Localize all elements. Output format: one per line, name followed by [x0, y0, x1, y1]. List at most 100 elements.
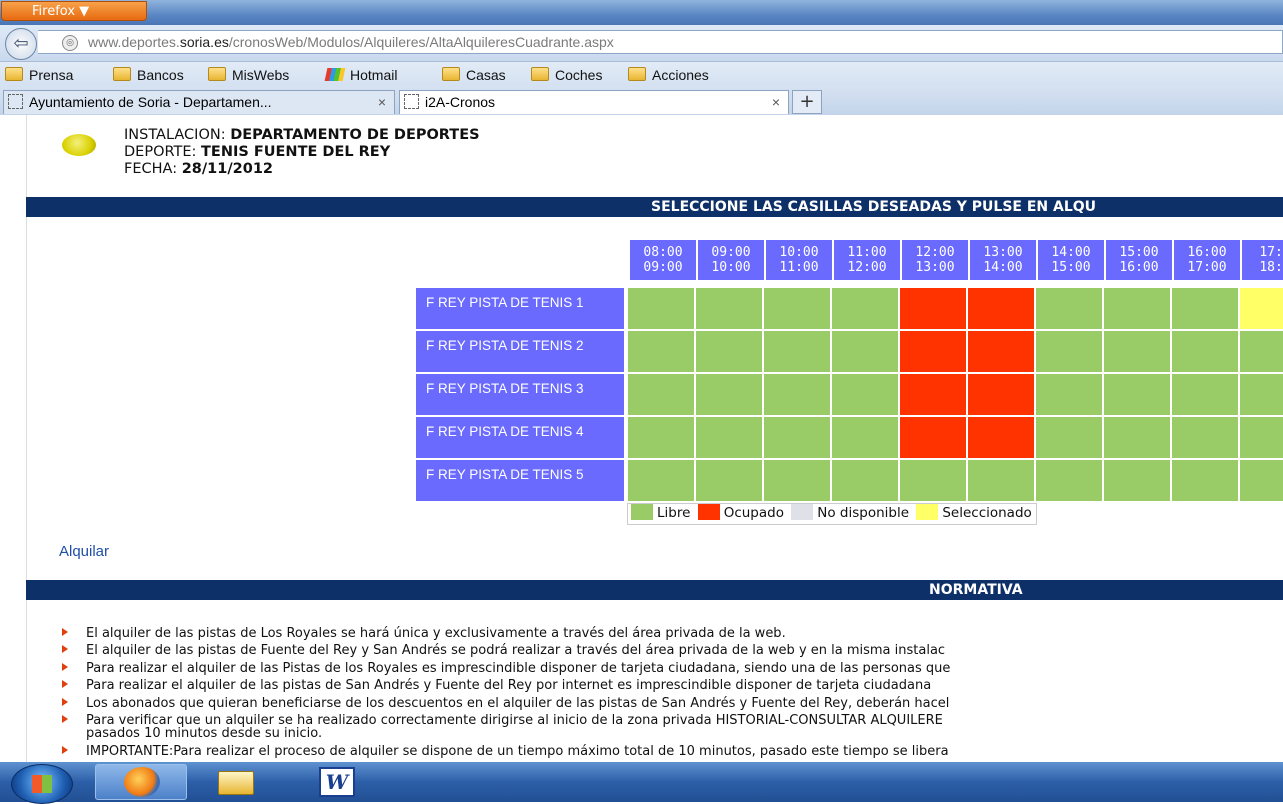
bookmark-coches[interactable]: Coches	[531, 66, 602, 84]
slot-cell-libre[interactable]	[1172, 374, 1238, 415]
slot-cell-libre[interactable]	[1172, 288, 1238, 329]
slot-cell-libre[interactable]	[1172, 331, 1238, 372]
slot-cell-libre[interactable]	[696, 331, 762, 372]
slot-cell-libre[interactable]	[628, 417, 694, 458]
slot-cell-libre[interactable]	[628, 288, 694, 329]
slot-cell-ocupado	[900, 331, 966, 372]
taskbar-word[interactable]: W	[290, 764, 382, 800]
slot-cell-libre[interactable]	[1240, 374, 1283, 415]
bookmark-casas[interactable]: Casas	[442, 66, 506, 84]
taskbar-explorer[interactable]	[191, 764, 283, 800]
slot-cell-libre[interactable]	[832, 374, 898, 415]
rule-text: Para realizar el alquiler de las Pistas …	[86, 660, 951, 676]
alquilar-link[interactable]: Alquilar	[59, 543, 109, 560]
slot-cell-libre[interactable]	[1036, 288, 1102, 329]
slot-cell-libre[interactable]	[832, 417, 898, 458]
slot-cell-libre[interactable]	[764, 288, 830, 329]
slot-end: 18:0	[1259, 260, 1283, 275]
slot-cell-libre[interactable]	[1104, 374, 1170, 415]
rule-text: IMPORTANTE:Para realizar el proceso de a…	[86, 743, 949, 759]
bookmark-miswebs[interactable]: MisWebs	[208, 66, 289, 84]
slot-cell-libre[interactable]	[1240, 331, 1283, 372]
slot-cell-libre[interactable]	[764, 460, 830, 501]
slot-cell-libre[interactable]	[764, 417, 830, 458]
slot-cell-libre[interactable]	[1240, 417, 1283, 458]
tab-ayuntamiento[interactable]: Ayuntamiento de Soria - Departamen... ×	[3, 90, 395, 114]
slot-cell-libre[interactable]	[764, 374, 830, 415]
slot-cell-libre[interactable]	[968, 460, 1034, 501]
slot-cell-libre[interactable]	[1240, 460, 1283, 501]
windows-logo-icon	[32, 775, 52, 793]
slot-cell-libre[interactable]	[832, 331, 898, 372]
bookmark-hotmail[interactable]: Hotmail	[324, 66, 397, 84]
back-button[interactable]: ⇦	[5, 28, 37, 60]
taskbar-firefox[interactable]	[95, 764, 187, 800]
bullet-arrow-icon	[62, 745, 68, 754]
fecha-line: FECHA: 28/11/2012	[124, 161, 273, 177]
slot-cell-ocupado	[900, 374, 966, 415]
slot-cell-sel[interactable]	[1240, 288, 1283, 329]
slot-start: 08:00	[643, 245, 683, 260]
slot-cell-libre[interactable]	[1172, 417, 1238, 458]
site-identity-icon[interactable]: ◎	[62, 35, 78, 51]
slot-cell-libre[interactable]	[696, 417, 762, 458]
slot-cell-libre[interactable]	[1036, 331, 1102, 372]
url-path: /cronosWeb/Modulos/Alquileres/AltaAlquil…	[228, 34, 614, 50]
slot-header: 08:00 09:00	[630, 240, 696, 280]
slot-cell-libre[interactable]	[628, 331, 694, 372]
bookmark-label: Casas	[466, 67, 506, 83]
normativa-title: NORMATIVA	[929, 582, 1023, 598]
court-label: F REY PISTA DE TENIS 1	[416, 288, 624, 329]
bookmark-bancos[interactable]: Bancos	[113, 66, 184, 84]
bullet-arrow-icon	[62, 715, 68, 724]
firefox-menu-button[interactable]: Firefox ▼	[1, 1, 147, 21]
legend-swatch-seleccionado	[916, 504, 939, 520]
rule-text: El alquiler de las pistas de Fuente del …	[86, 643, 946, 659]
slot-cell-libre[interactable]	[1036, 460, 1102, 501]
slot-cell-libre[interactable]	[1104, 331, 1170, 372]
bookmark-prensa[interactable]: Prensa	[5, 66, 73, 84]
slot-header: 14:00 15:00	[1038, 240, 1104, 280]
slot-cell-libre[interactable]	[696, 288, 762, 329]
folder-icon	[113, 67, 131, 81]
slot-start: 15:00	[1119, 245, 1159, 260]
slot-start: 13:00	[983, 245, 1023, 260]
new-tab-button[interactable]: +	[792, 90, 822, 114]
slot-cell-libre[interactable]	[832, 460, 898, 501]
slot-cell-libre[interactable]	[832, 288, 898, 329]
tab-close-icon[interactable]: ×	[772, 91, 780, 113]
slot-cell-libre[interactable]	[900, 460, 966, 501]
slot-cell-libre[interactable]	[1036, 417, 1102, 458]
start-button[interactable]	[11, 764, 73, 804]
slot-cell-libre[interactable]	[1104, 460, 1170, 501]
tab-cronos[interactable]: i2A-Cronos ×	[399, 90, 789, 114]
rule-item: El alquiler de las pistas de Los Royales…	[62, 627, 1283, 640]
slot-cell-libre[interactable]	[1104, 288, 1170, 329]
slot-start: 16:00	[1187, 245, 1227, 260]
slot-header: 16:00 17:00	[1174, 240, 1240, 280]
slot-cell-libre[interactable]	[1104, 417, 1170, 458]
slot-cell-libre[interactable]	[1172, 460, 1238, 501]
slot-cell-libre[interactable]	[696, 374, 762, 415]
tab-close-icon[interactable]: ×	[378, 91, 386, 113]
slot-cell-libre[interactable]	[764, 331, 830, 372]
url-text[interactable]: www.deportes.soria.es/cronosWeb/Modulos/…	[88, 34, 614, 50]
legend-seleccionado: Seleccionado	[942, 505, 1032, 521]
slot-end: 10:00	[711, 260, 751, 275]
legend-ocupado: Ocupado	[723, 505, 784, 521]
msn-butterfly-icon	[324, 68, 346, 81]
rule-item: Los abonados que quieran beneficiarse de…	[62, 696, 1283, 710]
folder-icon	[208, 67, 226, 81]
url-bar[interactable]: ◎ www.deportes.soria.es/cronosWeb/Modulo…	[38, 30, 1283, 54]
slot-end: 11:00	[779, 260, 819, 275]
slot-cell-libre[interactable]	[628, 374, 694, 415]
slot-cell-libre[interactable]	[1036, 374, 1102, 415]
bookmark-acciones[interactable]: Acciones	[628, 66, 709, 84]
folder-icon	[628, 67, 646, 81]
legend-no-disponible: No disponible	[817, 505, 910, 521]
page-content: INSTALACION: DEPARTAMENTO DE DEPORTES DE…	[0, 115, 1283, 762]
slot-cell-libre[interactable]	[628, 460, 694, 501]
court-label: F REY PISTA DE TENIS 2	[416, 331, 624, 372]
slot-cell-libre[interactable]	[696, 460, 762, 501]
slot-header: 13:00 14:00	[970, 240, 1036, 280]
